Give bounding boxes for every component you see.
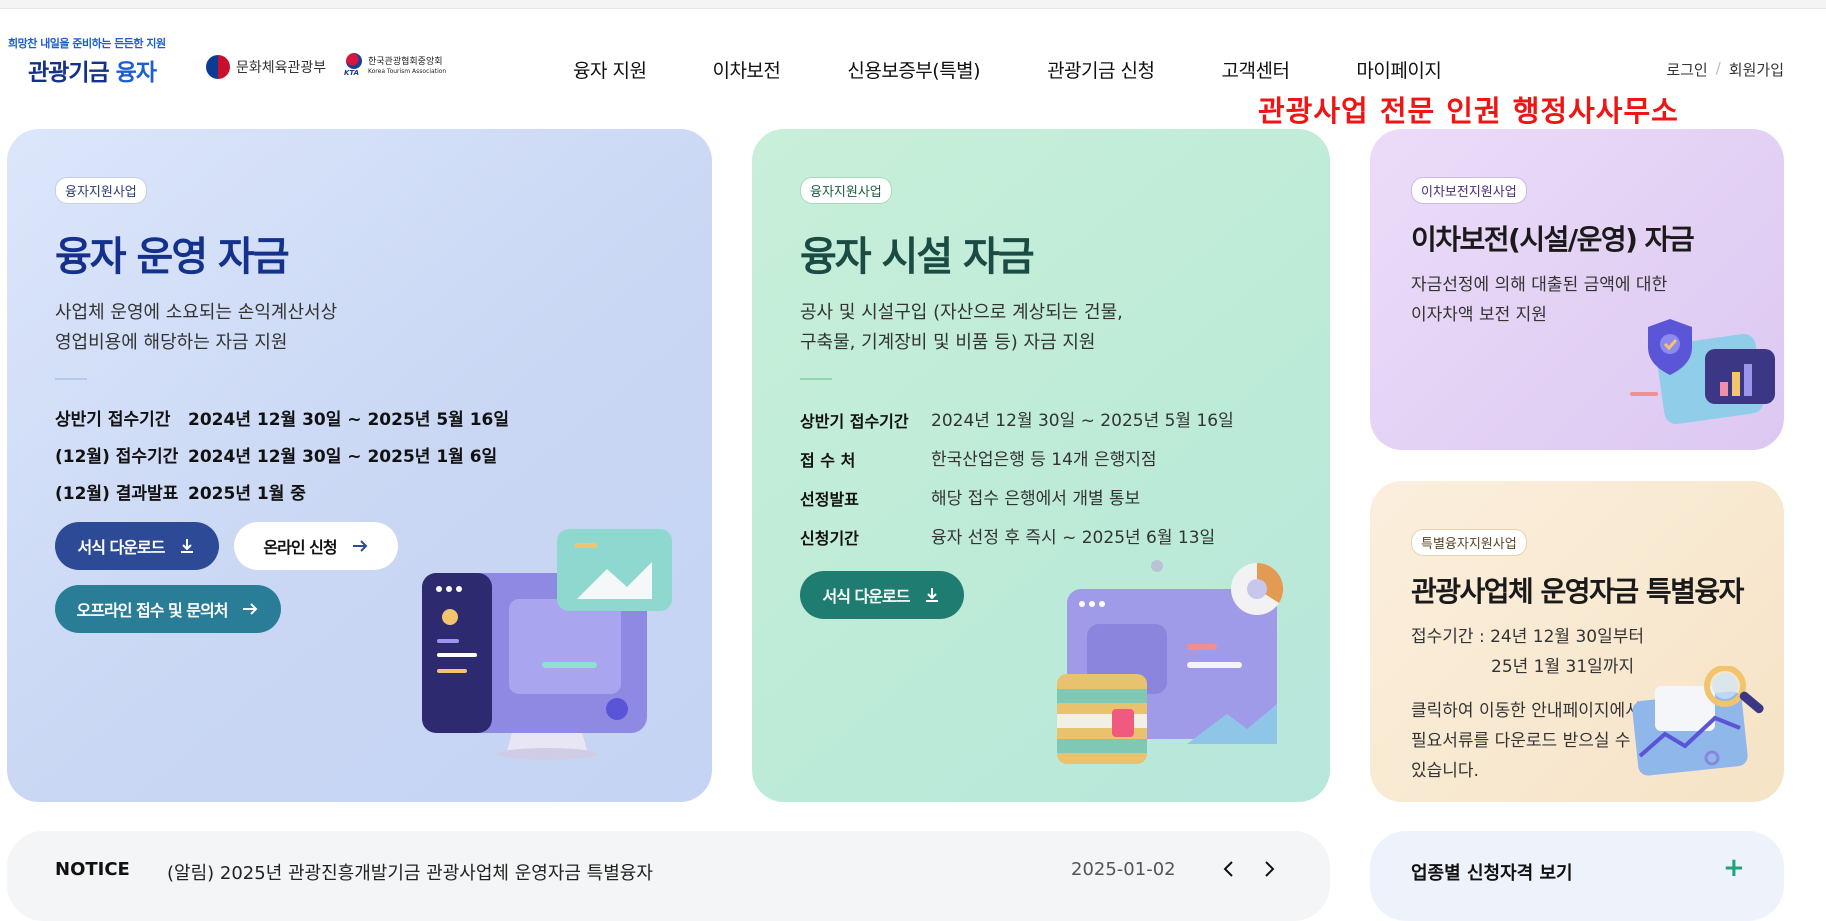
card-divider <box>800 378 832 380</box>
ministry-name: 문화체육관광부 <box>236 60 327 76</box>
schedule-row: (12월) 접수기간 2024년 12월 30일 ~ 2025년 1월 6일 <box>55 447 498 467</box>
download-icon <box>181 539 194 553</box>
card-title: 이차보전(시설/운영) 자금 <box>1411 223 1695 256</box>
brand-name: 관광기금 융자 <box>28 60 157 86</box>
top-utility-strip <box>0 0 1826 9</box>
card-description: 사업체 운영에 소요되는 손익계산서상 영업비용에 해당하는 자금 지원 <box>55 302 338 353</box>
card-badge: 융자지원사업 <box>55 177 147 204</box>
operating-fund-card[interactable]: 융자지원사업 융자 운영 자금 사업체 운영에 소요되는 손익계산서상 영업비용… <box>7 129 712 802</box>
nav-customer-center[interactable]: 고객센터 <box>1222 56 1290 83</box>
building-illustration <box>1057 560 1284 764</box>
schedule-row: 신청기간 융자 선정 후 즉시 ~ 2025년 6월 13일 <box>800 528 1216 548</box>
chevron-left-icon[interactable] <box>1219 859 1239 879</box>
form-download-button[interactable]: 서식 다운로드 <box>800 571 964 619</box>
special-loan-card[interactable]: 특별융자지원사업 관광사업체 운영자금 특별융자 접수기간 : 24년 12월 … <box>1370 481 1784 802</box>
computer-illustration <box>422 529 672 760</box>
card-badge: 이차보전지원사업 <box>1411 177 1527 204</box>
signup-link[interactable]: 회원가입 <box>1729 59 1784 80</box>
schedule-row: 접 수 처 한국산업은행 등 14개 은행지점 <box>800 450 1157 470</box>
card-divider <box>55 378 87 380</box>
taegeuk-emblem-icon <box>206 55 230 79</box>
card-description: 공사 및 시설구입 (자산으로 계상되는 건물, 구축물, 기계장비 및 비품 … <box>800 302 1123 353</box>
nav-fund-application[interactable]: 관광기금 신청 <box>1047 56 1155 83</box>
promo-overlay-text: 관광사업 전문 인권 행정사사무소 <box>1258 94 1679 128</box>
card-title: 관광사업체 운영자금 특별융자 <box>1411 575 1744 608</box>
schedule-row: 선정발표 해당 접수 은행에서 개별 통보 <box>800 489 1141 509</box>
schedule-row: (12월) 결과발표 2025년 1월 중 <box>55 484 306 504</box>
nav-credit-guarantee[interactable]: 신용보증부(특별) <box>847 56 980 83</box>
qualification-label: 업종별 신청자격 보기 <box>1411 863 1573 884</box>
login-link[interactable]: 로그인 <box>1666 59 1707 80</box>
nav-loan-support[interactable]: 융자 지원 <box>573 56 647 83</box>
arrow-right-icon <box>243 603 258 615</box>
nav-interest-subsidy[interactable]: 이차보전 <box>712 56 780 83</box>
main-navigation: 융자 지원 이차보전 신용보증부(특별) 관광기금 신청 고객센터 마이페이지 <box>573 56 1442 83</box>
arrow-right-icon <box>352 540 367 552</box>
schedule-list: 상반기 접수기간 2024년 12월 30일 ~ 2025년 5월 16일 접 … <box>800 402 1234 558</box>
plus-icon: + <box>1723 853 1745 883</box>
industry-qualification-toggle[interactable]: 업종별 신청자격 보기 + <box>1370 831 1784 921</box>
offline-apply-button[interactable]: 오프라인 접수 및 문의처 <box>55 585 281 633</box>
ministry-logo[interactable]: 문화체육관광부 <box>206 55 326 79</box>
association-name-en: Korea Tourism Association <box>368 68 447 75</box>
online-apply-button[interactable]: 온라인 신청 <box>234 522 398 570</box>
association-logo[interactable]: 한국관광협회중앙회 Korea Tourism Association <box>344 53 446 79</box>
card-badge: 특별융자지원사업 <box>1411 529 1527 556</box>
card-badge: 융자지원사업 <box>800 177 892 204</box>
card-title: 융자 시설 자금 <box>800 234 1035 280</box>
form-download-button[interactable]: 서식 다운로드 <box>55 522 219 570</box>
security-chart-illustration <box>1630 319 1775 424</box>
schedule-list: 상반기 접수기간 2024년 12월 30일 ~ 2025년 5월 16일 (1… <box>55 402 509 513</box>
facility-fund-card[interactable]: 융자지원사업 융자 시설 자금 공사 및 시설구입 (자산으로 계상되는 건물,… <box>752 129 1330 802</box>
brand-slogan: 희망찬 내일을 준비하는 든든한 지원 <box>8 37 166 50</box>
link-separator: / <box>1715 59 1721 77</box>
kta-emblem-icon <box>344 53 364 79</box>
search-document-illustration <box>1632 666 1764 776</box>
interest-subsidy-card[interactable]: 이차보전지원사업 이차보전(시설/운영) 자금 자금선정에 의해 대출된 금액에… <box>1370 129 1784 450</box>
notice-label: NOTICE <box>55 859 130 880</box>
chevron-right-icon[interactable] <box>1259 859 1279 879</box>
schedule-row: 상반기 접수기간 2024년 12월 30일 ~ 2025년 5월 16일 <box>55 410 510 430</box>
nav-my-page[interactable]: 마이페이지 <box>1356 56 1441 83</box>
notice-bar: NOTICE (알림) 2025년 관광진흥개발기금 관광사업체 운영자금 특별… <box>7 831 1330 921</box>
association-name-kr: 한국관광협회중앙회 <box>368 57 443 67</box>
notice-title[interactable]: (알림) 2025년 관광진흥개발기금 관광사업체 운영자금 특별융자 <box>167 859 653 885</box>
user-links: 로그인 / 회원가입 <box>1666 59 1784 80</box>
site-logo[interactable]: 희망찬 내일을 준비하는 든든한 지원 관광기금 융자 <box>8 35 188 87</box>
notice-date: 2025-01-02 <box>1071 859 1176 880</box>
card-title: 융자 운영 자금 <box>55 234 290 280</box>
download-icon <box>926 588 939 602</box>
schedule-row: 상반기 접수기간 2024년 12월 30일 ~ 2025년 5월 16일 <box>800 411 1234 431</box>
